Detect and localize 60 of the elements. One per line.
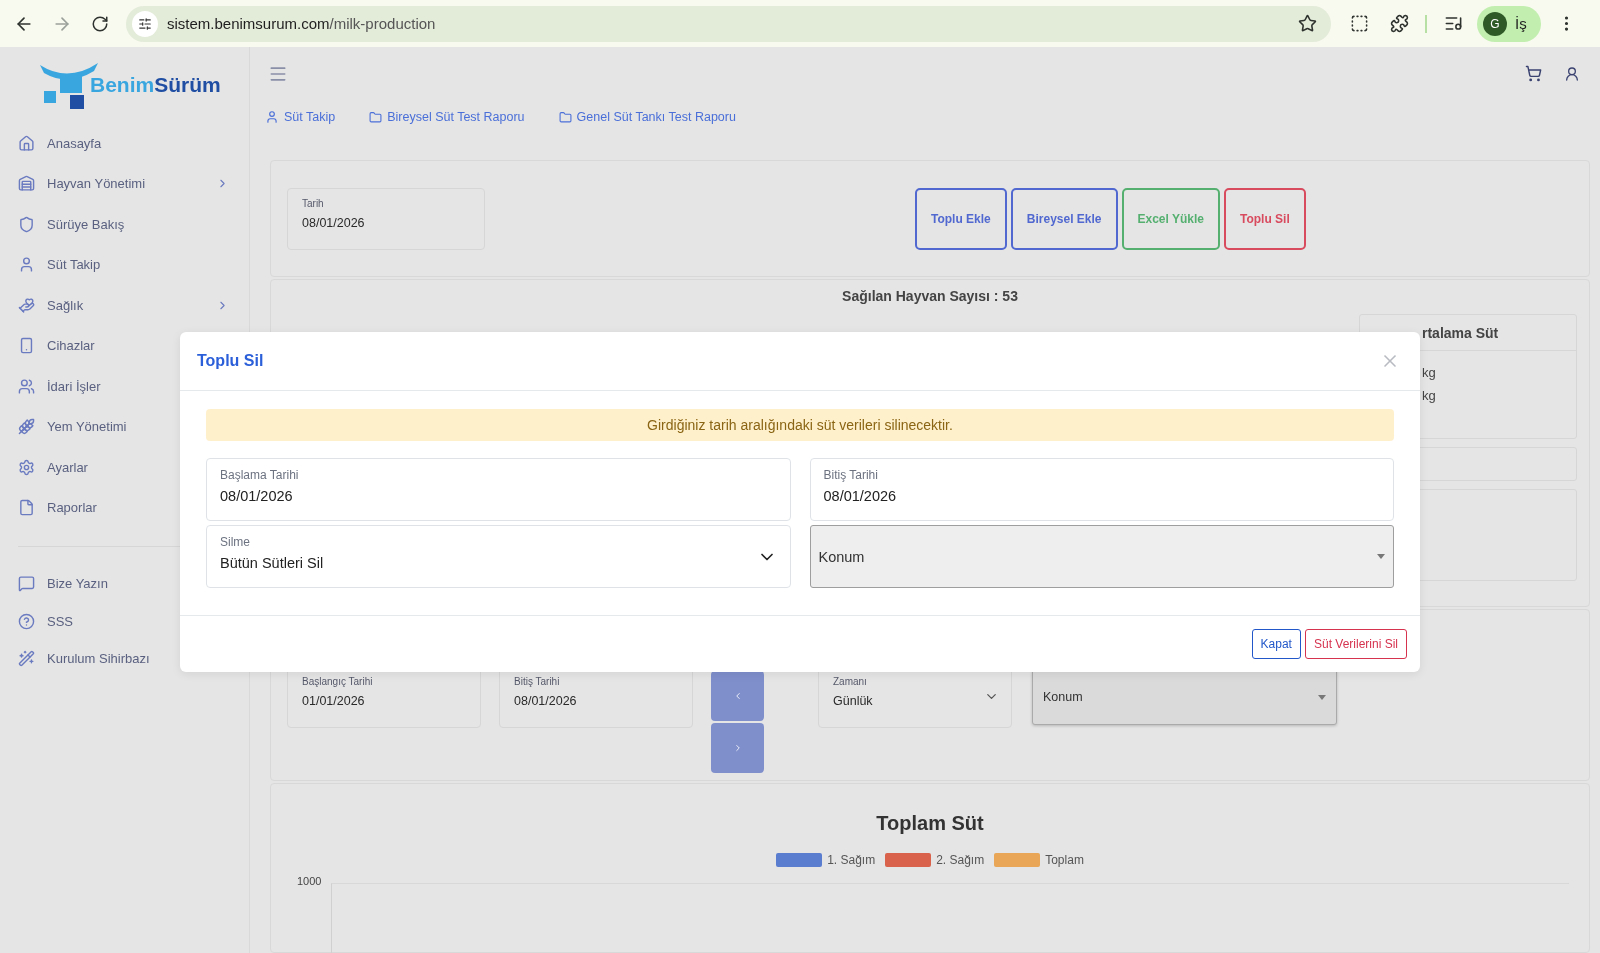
cart-icon[interactable]: [1525, 65, 1542, 83]
delete-mode-select[interactable]: Silme Bütün Sütleri Sil: [206, 525, 791, 588]
url-text: sistem.benimsurum.com/milk-production: [167, 15, 437, 32]
address-bar[interactable]: sistem.benimsurum.com/milk-production: [126, 5, 1331, 42]
action-button[interactable]: Toplu Sil: [1224, 187, 1306, 250]
legend-label: 1. Sağım: [827, 853, 876, 867]
profile-name: İş: [1515, 15, 1527, 32]
logo-text: BenimSürüm: [90, 73, 221, 97]
person-icon: [265, 110, 279, 125]
legend-label: Toplam: [1045, 853, 1084, 867]
barn-icon: [18, 175, 35, 193]
avatar: G: [1483, 11, 1507, 36]
settings-icon: [18, 458, 35, 476]
users-icon: [18, 377, 35, 395]
modal-title: Toplu Sil: [197, 352, 265, 370]
house-icon: [18, 134, 35, 152]
help-icon: [18, 612, 35, 630]
warning-alert: Girdiğiniz tarih aralığındaki süt verileri silinecektir.: [206, 409, 1394, 441]
chart-title: Toplam Süt: [876, 812, 984, 835]
location-select[interactable]: Konum: [1032, 669, 1337, 725]
hand-heart-icon: [18, 296, 35, 314]
message-icon: [18, 575, 35, 593]
profile-button[interactable]: G İş: [1477, 5, 1541, 42]
file-icon: [18, 499, 35, 517]
average-value: kg: [1422, 388, 1437, 403]
user-icon[interactable]: [1564, 65, 1580, 82]
wheat-icon: [18, 418, 35, 436]
sidebar-item[interactable]: Anasayfa: [0, 123, 249, 164]
phone-icon: [18, 337, 35, 355]
dropdown-icon: [1377, 554, 1385, 559]
dropdown-icon: [1318, 694, 1326, 700]
previous-button[interactable]: [711, 671, 764, 721]
folder-icon: [558, 110, 572, 124]
breadcrumb-link[interactable]: Bireysel Süt Test Raporu: [369, 110, 525, 125]
sidebar-item[interactable]: Hayvan Yönetimi: [0, 163, 249, 204]
breadcrumb-link[interactable]: Süt Takip: [265, 110, 336, 125]
end-date-field[interactable]: Bitiş Tarihi 08/01/2026: [809, 458, 1394, 521]
site-settings-icon[interactable]: [132, 10, 158, 37]
milked-count-text: Sağılan Hayvan Sayısı : 53: [841, 288, 1019, 304]
wand-icon: [18, 650, 35, 668]
action-button[interactable]: Toplu Ekle: [915, 187, 1007, 250]
sidebar-item[interactable]: Kurulum Sihirbazı: [0, 640, 249, 678]
sidebar-item[interactable]: Süt Takip: [0, 244, 249, 285]
sidebar-item[interactable]: Sağlık: [0, 285, 249, 326]
date-field[interactable]: Tarih 08/01/2026: [287, 187, 485, 250]
person-icon: [18, 256, 35, 274]
average-value: kg: [1422, 365, 1437, 380]
close-button[interactable]: Kapat: [1251, 629, 1301, 659]
breadcrumb-link[interactable]: Genel Süt Tankı Test Raporu: [558, 110, 736, 125]
legend-label: 2. Sağım: [936, 853, 985, 867]
sidebar-item[interactable]: SSS: [0, 602, 249, 640]
shield-icon: [18, 215, 35, 233]
start-date-field[interactable]: Başlama Tarihi 08/01/2026: [206, 458, 791, 521]
axis-tick-label: 1000: [297, 875, 322, 889]
average-title: rtalama Süt: [1422, 324, 1499, 341]
location-select[interactable]: Konum: [809, 525, 1394, 588]
action-button[interactable]: Bireysel Ekle: [1010, 187, 1118, 250]
sidebar-item[interactable]: Sürüye Bakış: [0, 204, 249, 245]
folder-icon: [369, 110, 383, 124]
delete-button[interactable]: Süt Verilerini Sil: [1304, 629, 1407, 659]
